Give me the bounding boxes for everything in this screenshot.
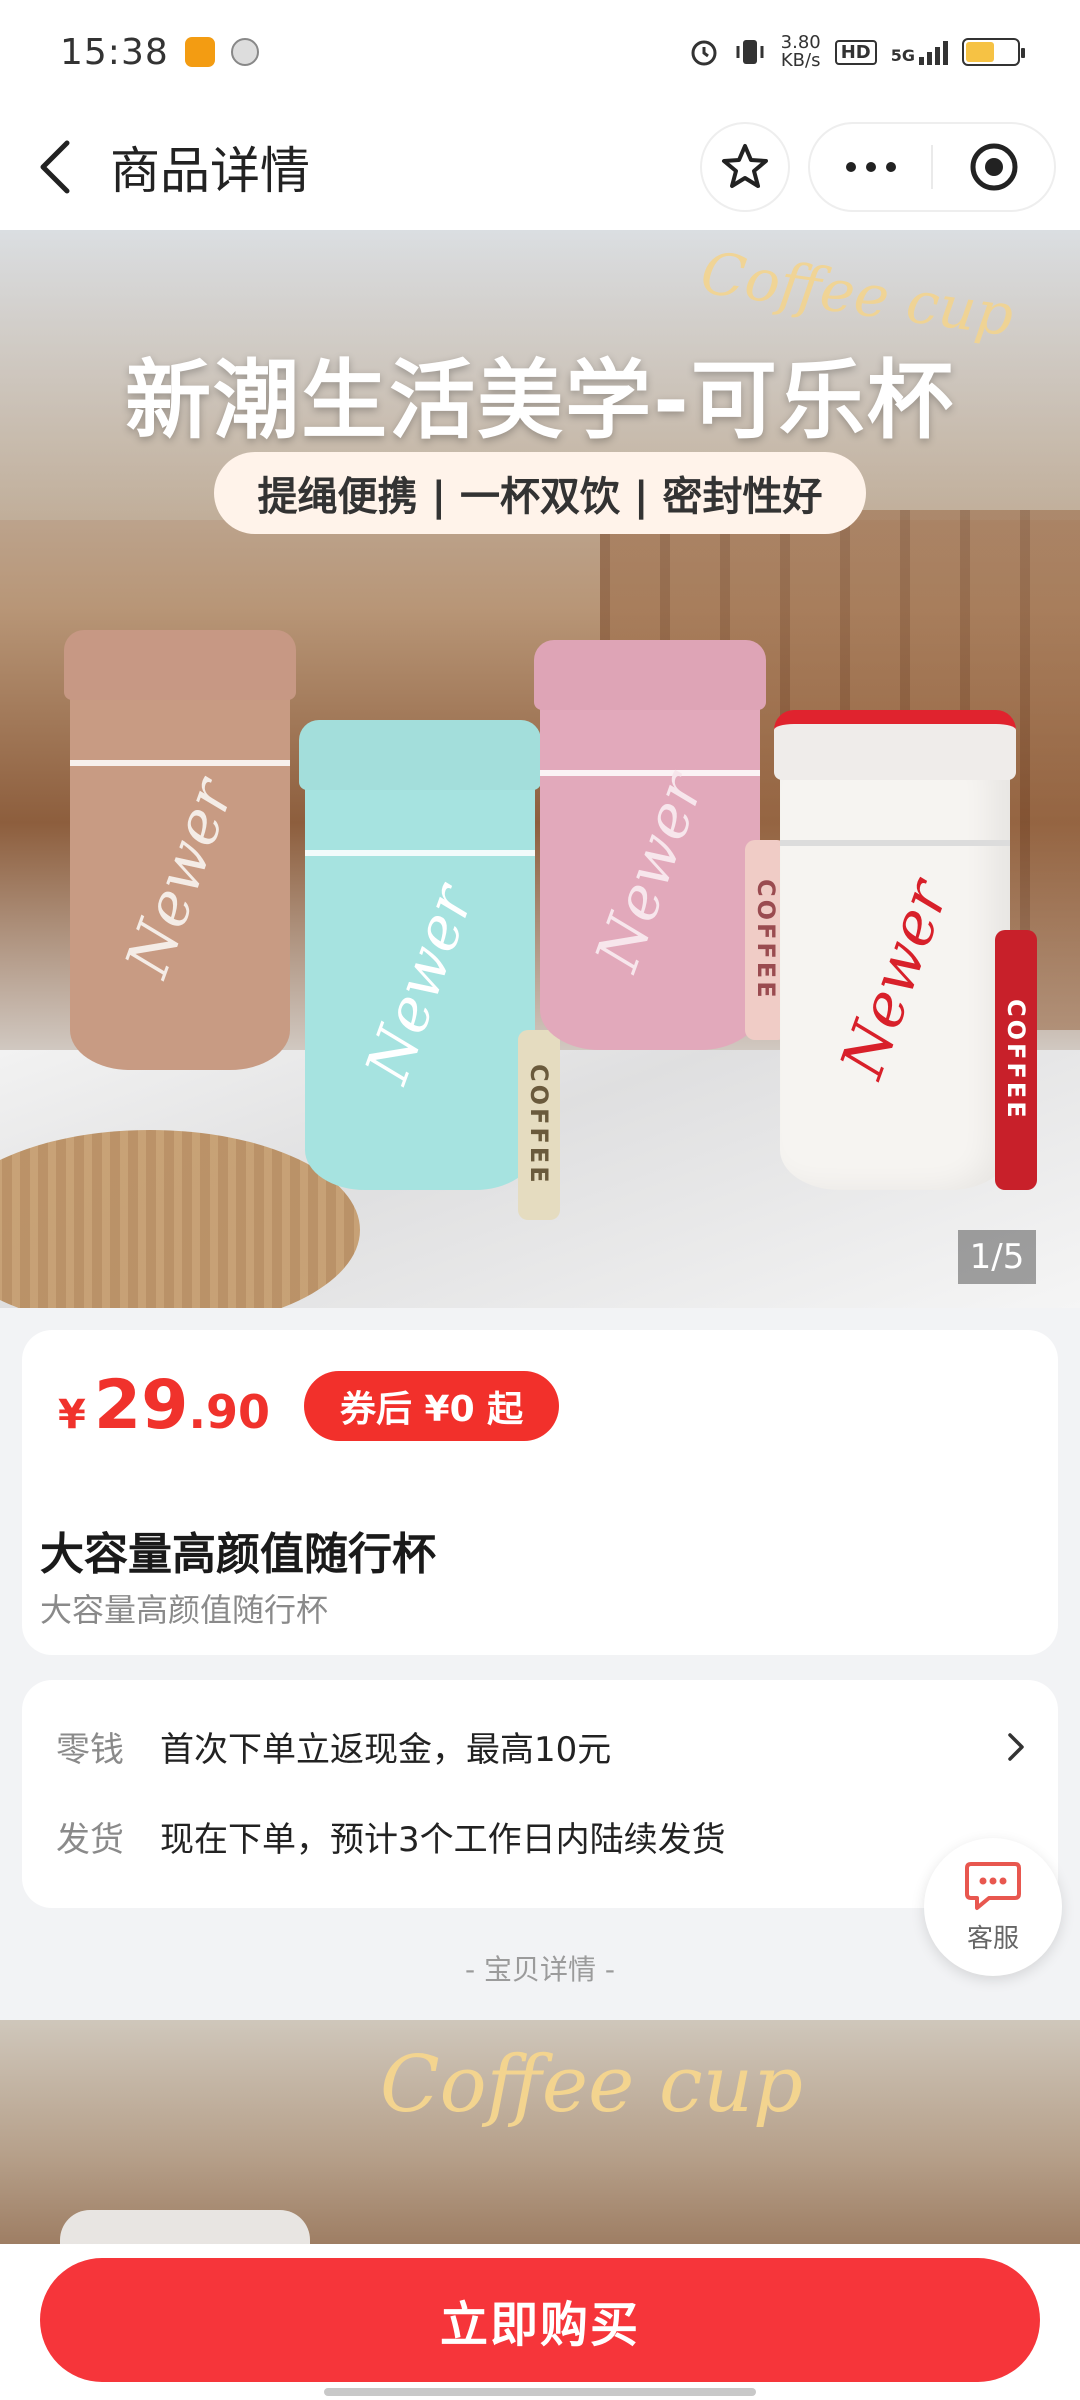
avatar-notification-icon [230,38,259,66]
alarm-icon [691,40,717,66]
cashback-label: 零钱 [56,1730,124,1770]
battery-icon [962,38,1025,66]
cup-lid [64,630,296,700]
chevron-right-icon [996,1727,1036,1767]
cup-lid [774,710,1016,780]
network-speed: 3.80 KB/s [781,34,821,70]
back-button[interactable] [0,104,110,230]
cup-lid [534,640,766,710]
cashback-text: 首次下单立返现金，最高10元 [160,1730,612,1770]
detail-script-text: Coffee cup [380,2040,803,2130]
cup-tan: Newer [64,630,296,1070]
coupon-badge[interactable]: 券后 ¥0 起 [303,1370,560,1441]
bottom-bar: 立即购买 [0,2244,1080,2400]
cup-mint: Newer [299,720,541,1190]
page-title: 商品详情 [110,142,310,200]
details-divider: - 宝贝详情 - [464,1953,615,1986]
status-bar: 15:38 3.80 KB/s HD 5G [0,0,1080,104]
chevron-left-icon [40,140,70,194]
hero-headline: 新潮生活美学-可乐杯 [125,351,955,451]
star-icon [722,144,768,188]
cashback-row[interactable]: 零钱 首次下单立返现金，最高10元 [56,1722,1036,1771]
carousel-page-indicator: 1/5 [958,1230,1036,1284]
hero-features: 提绳便携 | 一杯双饮 | 密封性好 [214,452,866,534]
home-indicator[interactable] [324,2388,756,2396]
hd-badge: HD [834,39,877,65]
shipping-row: 发货 现在下单，预计3个工作日内陆续发货 [56,1812,1036,1861]
network-type: 5G [890,46,915,65]
vibrate-icon [736,40,764,64]
cup-brand: Newer [582,764,718,981]
signal-group: 5G [891,39,948,65]
more-dot-icon [885,162,896,172]
cup-white: Newer [774,710,1016,1190]
info-card: 零钱 首次下单立返现金，最高10元 发货 现在下单，预计3个工作日内陆续发货 [22,1680,1058,1908]
product-subtitle: 大容量高颜值随行杯 [40,1591,329,1629]
chat-bubble-icon [965,1861,1021,1910]
signal-icon [919,39,948,65]
cup-pink: Newer [534,640,766,1050]
status-left: 15:38 [60,32,259,73]
app-notification-icon [184,37,215,67]
price-card: ¥ 29 .90 券后 ¥0 起 大容量高颜值随行杯 大容量高颜值随行杯 [22,1330,1058,1655]
cup-brand: Newer [827,871,963,1087]
cup-strap: COFFEE [995,930,1037,1190]
product-title: 大容量高颜值随行杯 [40,1529,436,1580]
price-row: ¥ 29 .90 券后 ¥0 起 [58,1366,560,1445]
cup-band [780,840,1010,846]
cup-lid [299,720,541,790]
favorite-button[interactable] [700,122,790,212]
cup-brand: Newer [352,875,488,1092]
battery-fill [966,42,994,62]
mini-program-capsule [808,122,1056,212]
cup-strap: COFFEE [518,1030,560,1220]
price-decimal: .90 [188,1385,270,1439]
shipping-text: 现在下单，预计3个工作日内陆续发货 [160,1820,726,1860]
price-currency: ¥ [58,1392,86,1438]
price-integer: 29 [93,1366,189,1445]
status-right: 3.80 KB/s HD 5G [689,34,1025,70]
target-icon [970,143,1017,191]
price: ¥ 29 .90 [58,1366,270,1445]
more-dot-icon [865,162,876,172]
close-mini-program-button[interactable] [933,141,1054,193]
status-time: 15:38 [60,31,169,73]
network-speed-unit: KB/s [780,50,821,71]
more-button[interactable] [810,162,931,172]
cup-band [70,760,290,766]
more-dot-icon [845,162,856,172]
shipping-label: 发货 [56,1820,124,1860]
cup-band [305,850,535,856]
product-image-carousel[interactable]: Coffee cup 新潮生活美学-可乐杯 提绳便携 | 一杯双饮 | 密封性好… [0,230,1080,1308]
buy-now-button[interactable]: 立即购买 [40,2258,1040,2382]
nav-bar: 商品详情 [0,104,1080,230]
cup-brand: Newer [112,770,248,986]
